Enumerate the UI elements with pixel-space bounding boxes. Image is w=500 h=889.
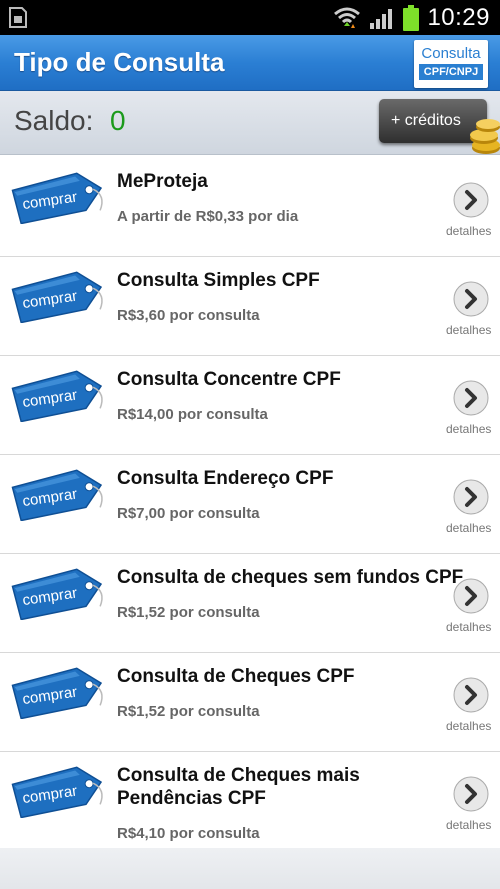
product-price: R$1,52 por consulta <box>117 604 260 621</box>
product-name: Consulta de Cheques mais Pendências CPF <box>117 765 360 809</box>
details-arrow-icon[interactable] <box>453 380 489 416</box>
product-list: comprar MeProteja A partir de R$0,33 por… <box>0 158 500 849</box>
details-arrow-icon[interactable] <box>453 578 489 614</box>
product-name: Consulta de cheques sem fundos CPF <box>117 567 464 588</box>
details-label[interactable]: detalhes <box>446 422 491 436</box>
battery-icon <box>403 4 420 31</box>
comprar-tag-icon[interactable]: comprar <box>10 271 108 323</box>
product-price: R$14,00 por consulta <box>117 406 268 423</box>
consulta-cpf-cnpj-button[interactable]: Consulta CPF/CNPJ <box>414 40 488 88</box>
list-item[interactable]: comprar Consulta Endereço CPF R$7,00 por… <box>0 455 500 554</box>
product-name: MeProteja <box>117 171 208 192</box>
product-name: Consulta Concentre CPF <box>117 369 341 390</box>
list-item[interactable]: comprar Consulta de Cheques mais Pendênc… <box>0 752 500 849</box>
title-bar: Tipo de Consulta Consulta CPF/CNPJ <box>0 35 500 91</box>
comprar-tag-icon[interactable]: comprar <box>10 469 108 521</box>
cpf-button-bottom-label: CPF/CNPJ <box>419 64 483 80</box>
comprar-tag-icon[interactable]: comprar <box>10 766 108 818</box>
clock: 10:29 <box>427 3 490 31</box>
product-price: R$1,52 por consulta <box>117 703 260 720</box>
details-arrow-icon[interactable] <box>453 776 489 812</box>
details-arrow-icon[interactable] <box>453 677 489 713</box>
details-label[interactable]: detalhes <box>446 719 491 733</box>
comprar-tag-icon[interactable]: comprar <box>10 172 108 224</box>
product-name: Consulta Endereço CPF <box>117 468 334 489</box>
product-name: Consulta de Cheques CPF <box>117 666 355 687</box>
cpf-button-top-label: Consulta <box>421 45 481 62</box>
list-item[interactable]: comprar Consulta Concentre CPF R$14,00 p… <box>0 356 500 455</box>
details-arrow-icon[interactable] <box>453 479 489 515</box>
product-price: R$7,00 por consulta <box>117 505 260 522</box>
product-price: R$3,60 por consulta <box>117 307 260 324</box>
details-label[interactable]: detalhes <box>446 818 491 832</box>
list-item[interactable]: comprar MeProteja A partir de R$0,33 por… <box>0 158 500 257</box>
list-footer <box>0 848 500 889</box>
balance-value: 0 <box>110 105 126 136</box>
details-label[interactable]: detalhes <box>446 323 491 337</box>
details-arrow-icon[interactable] <box>453 182 489 218</box>
comprar-tag-icon[interactable]: comprar <box>10 370 108 422</box>
list-item[interactable]: comprar Consulta de cheques sem fundos C… <box>0 554 500 653</box>
balance-bar: Saldo: 0 + créditos <box>0 91 500 155</box>
product-name: Consulta Simples CPF <box>117 270 320 291</box>
sim-icon <box>9 7 27 28</box>
details-label[interactable]: detalhes <box>446 521 491 535</box>
coins-icon <box>470 119 500 154</box>
status-bar: 10:29 <box>0 0 500 35</box>
wifi-icon <box>334 7 361 28</box>
balance-label: Saldo: <box>14 105 94 136</box>
list-item[interactable]: comprar Consulta Simples CPF R$3,60 por … <box>0 257 500 356</box>
product-price: A partir de R$0,33 por dia <box>117 208 299 225</box>
page-title: Tipo de Consulta <box>14 47 225 77</box>
list-item[interactable]: comprar Consulta de Cheques CPF R$1,52 p… <box>0 653 500 752</box>
signal-icon <box>370 8 393 29</box>
details-label[interactable]: detalhes <box>446 620 491 634</box>
details-label[interactable]: detalhes <box>446 224 491 238</box>
product-price: R$4,10 por consulta <box>117 825 260 842</box>
details-arrow-icon[interactable] <box>453 281 489 317</box>
comprar-tag-icon[interactable]: comprar <box>10 667 108 719</box>
comprar-tag-icon[interactable]: comprar <box>10 568 108 620</box>
